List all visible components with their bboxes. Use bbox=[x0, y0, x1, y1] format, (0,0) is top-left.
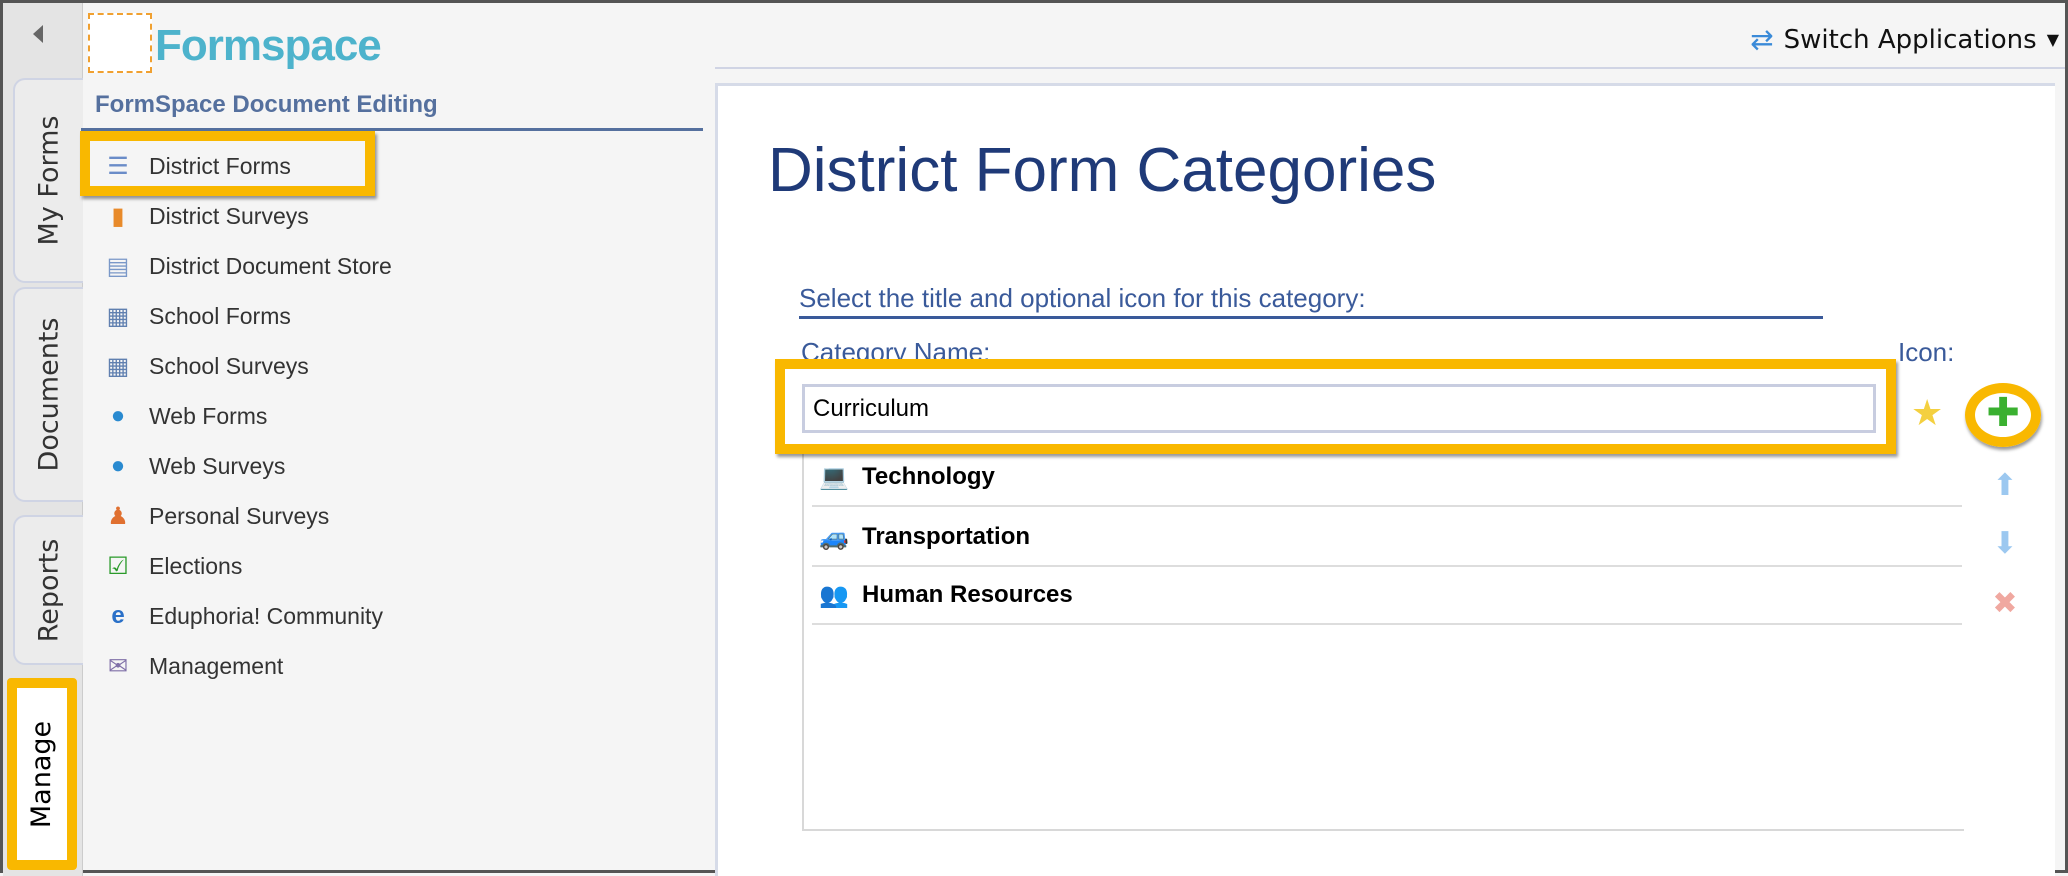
sidebar-item-web-surveys[interactable]: ● Web Surveys bbox=[103, 446, 286, 486]
tab-label: Documents bbox=[33, 317, 65, 472]
document-icon: ▤ bbox=[106, 252, 130, 280]
tab-manage[interactable]: Manage bbox=[7, 678, 77, 870]
car-icon: 🚙 bbox=[819, 523, 849, 551]
category-list: 💻 Technology 🚙 Transportation 👥 Human Resou… bbox=[802, 451, 1964, 831]
move-up-icon[interactable]: ⬆ bbox=[1988, 469, 2022, 503]
icon-label: Icon: bbox=[1898, 337, 1955, 367]
building-icon: ▦ bbox=[106, 302, 130, 330]
sidebar-item-school-forms[interactable]: ▦ School Forms bbox=[103, 296, 291, 336]
sidebar-title: FormSpace Document Editing bbox=[95, 91, 438, 118]
switch-applications-button[interactable]: ⇄ Switch Applications ▼ bbox=[1750, 23, 2059, 56]
label: District Forms bbox=[149, 152, 291, 179]
sidebar-item-school-surveys[interactable]: ▦ School Surveys bbox=[103, 346, 309, 386]
sidebar-item-personal-surveys[interactable]: ♟ Personal Surveys bbox=[103, 496, 329, 536]
tab-label: My Forms bbox=[33, 115, 65, 246]
label: District Document Store bbox=[149, 252, 392, 279]
label: Transportation bbox=[862, 523, 1031, 550]
checkbox-icon: ☑ bbox=[107, 552, 129, 580]
eduphoria-icon: e bbox=[111, 602, 125, 629]
globe-user-icon: ● bbox=[110, 452, 126, 479]
globe-icon: ● bbox=[110, 402, 126, 429]
add-category-button[interactable]: ✚ bbox=[1986, 393, 2020, 433]
label: School Surveys bbox=[149, 352, 309, 379]
tab-my-forms[interactable]: My Forms bbox=[13, 78, 83, 283]
label: Elections bbox=[149, 552, 243, 579]
sidebar-item-community[interactable]: e Eduphoria! Community bbox=[103, 596, 383, 636]
move-down-icon[interactable]: ⬇ bbox=[1988, 527, 2022, 561]
tab-reports[interactable]: Reports bbox=[13, 515, 83, 665]
switch-apps-icon: ⇄ bbox=[1750, 23, 1774, 56]
switch-label: Switch Applications bbox=[1783, 24, 2037, 55]
sidebar-item-elections[interactable]: ☑ Elections bbox=[103, 546, 242, 586]
sidebar-item-management[interactable]: ✉ Management bbox=[103, 646, 283, 686]
list-item[interactable]: 💻 Technology bbox=[812, 449, 1962, 507]
label: Web Forms bbox=[149, 402, 268, 429]
delete-icon[interactable]: ✖ bbox=[1988, 587, 2022, 621]
label: District Surveys bbox=[149, 202, 309, 229]
form-instructions: Select the title and optional icon for t… bbox=[799, 283, 1366, 313]
sidebar-item-district-surveys[interactable]: ▮ District Surveys bbox=[103, 196, 309, 236]
sidebar-item-district-forms[interactable]: ☰ District Forms bbox=[103, 146, 291, 186]
star-icon-picker[interactable]: ★ bbox=[1911, 393, 1943, 434]
form-icon: ☰ bbox=[107, 152, 129, 180]
divider bbox=[799, 316, 1823, 319]
sidebar-item-document-store[interactable]: ▤ District Document Store bbox=[103, 246, 392, 286]
app-logo: Formspace bbox=[155, 21, 382, 70]
side-tab-strip: My Forms Documents Reports Manage bbox=[3, 3, 83, 876]
tab-label: Manage bbox=[26, 720, 58, 828]
clipboard-icon: ▮ bbox=[111, 202, 125, 230]
building-survey-icon: ▦ bbox=[106, 352, 130, 380]
topbar-divider bbox=[715, 67, 2065, 69]
tab-label: Reports bbox=[33, 538, 65, 642]
sidebar-item-web-forms[interactable]: ● Web Forms bbox=[103, 396, 268, 436]
chevron-down-icon: ▼ bbox=[2046, 30, 2059, 49]
tab-documents[interactable]: Documents bbox=[13, 287, 83, 502]
label: School Forms bbox=[149, 302, 291, 329]
laptop-icon: 💻 bbox=[819, 463, 849, 491]
collapse-arrow-icon[interactable] bbox=[33, 25, 43, 43]
label: Web Surveys bbox=[149, 452, 286, 479]
list-item[interactable]: 🚙 Transportation bbox=[812, 509, 1962, 567]
label: Management bbox=[149, 652, 284, 679]
label: Technology bbox=[862, 463, 995, 490]
category-name-input[interactable] bbox=[802, 384, 1876, 433]
person-icon: ♟ bbox=[107, 502, 129, 530]
people-icon: 👥 bbox=[819, 581, 849, 609]
page-title: District Form Categories bbox=[768, 136, 1437, 205]
mailbox-icon: ✉ bbox=[107, 652, 129, 680]
label: Personal Surveys bbox=[149, 502, 330, 529]
list-item[interactable]: 👥 Human Resources bbox=[812, 567, 1962, 625]
label: Human Resources bbox=[862, 581, 1073, 608]
logo-icon bbox=[88, 13, 152, 73]
label: Eduphoria! Community bbox=[149, 602, 383, 629]
